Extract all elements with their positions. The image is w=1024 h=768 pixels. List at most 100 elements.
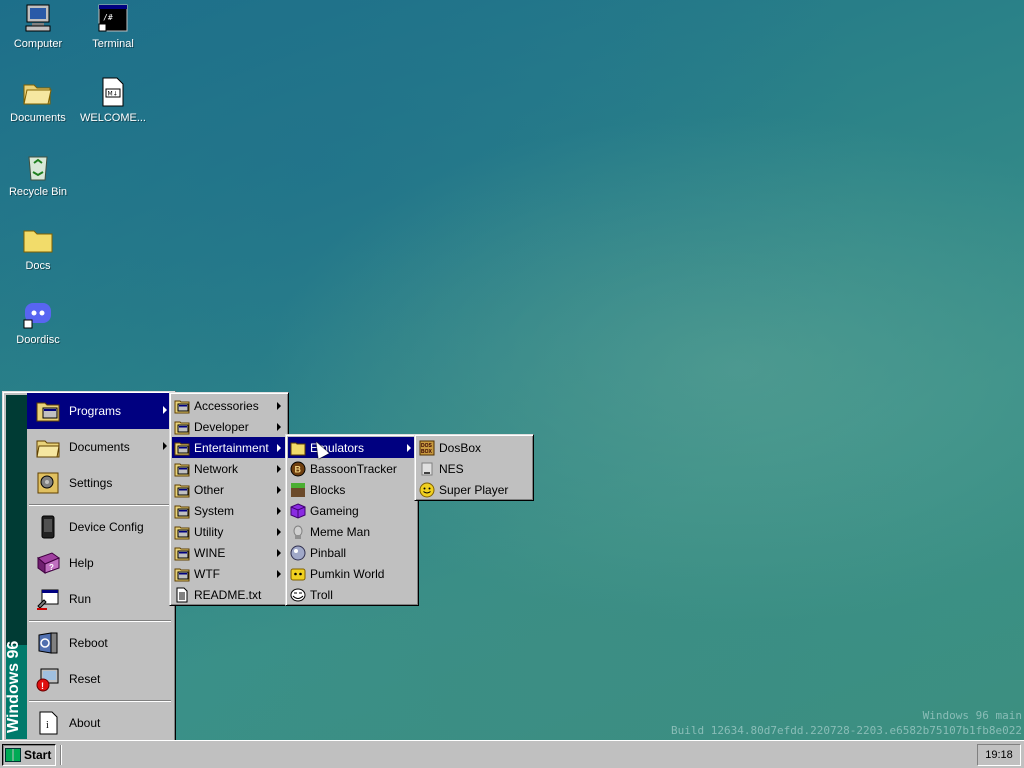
clock-text: 19:18 [985,749,1013,761]
desktop-icon-terminal[interactable]: /# Terminal [75,2,151,50]
menu-item-dosbox[interactable]: DOS BOX DosBox [417,437,531,458]
start-item-run[interactable]: Run [27,581,173,617]
menu-item-other[interactable]: Other [172,479,286,500]
menu-item-blocks[interactable]: Blocks [288,479,416,500]
menu-item-system[interactable]: System [172,500,286,521]
start-item-label: Run [69,592,92,606]
menu-item-wtf[interactable]: WTF [172,563,286,584]
menu-item-utility[interactable]: Utility [172,521,286,542]
svg-text:B: B [295,464,302,474]
start-item-programs[interactable]: Programs [27,393,173,429]
start-item-help[interactable]: ? Help [27,545,173,581]
menu-item-label: Utility [194,524,224,539]
svg-text:?: ? [49,563,54,572]
desktop-icon-label: WELCOME... [79,112,146,124]
chevron-right-icon [277,507,281,515]
menu-item-label: Pumkin World [310,566,385,581]
menu-item-readme[interactable]: README.txt [172,584,286,605]
menu-item-network[interactable]: Network [172,458,286,479]
menu-item-label: NES [439,461,464,476]
desktop-icon-label: Computer [13,38,63,50]
menu-item-label: README.txt [194,587,262,602]
desktop-icon-doordisc[interactable]: Doordisc [0,298,76,346]
menu-item-emulators[interactable]: Emulators [288,437,416,458]
start-item-reboot[interactable]: Reboot [27,625,173,661]
svg-text:/#: /# [103,13,113,22]
run-icon [35,586,61,612]
menu-item-label: Super Player [439,482,509,497]
help-book-icon: ? [35,550,61,576]
start-item-device-config[interactable]: Device Config [27,509,173,545]
desktop-icon-welcome[interactable]: M↓ WELCOME... [75,76,151,124]
chevron-right-icon [407,444,411,452]
device-config-icon [35,514,61,540]
system-tray-clock[interactable]: 19:18 [977,744,1021,766]
start-item-settings[interactable]: Settings [27,465,173,501]
desktop-icon-label: Recycle Bin [8,186,68,198]
chevron-right-icon [277,528,281,536]
menu-item-label: Meme Man [310,524,371,539]
start-menu-banner: Windows 96 [5,395,27,739]
recycle-bin-icon [22,150,54,182]
menu-item-super-player[interactable]: Super Player [417,479,531,500]
desktop-icon-documents[interactable]: Documents [0,76,76,124]
program-group-icon [174,398,190,414]
smiley-icon [419,482,435,498]
program-group-icon [174,482,190,498]
menu-item-label: Entertainment [194,440,269,455]
start-button[interactable]: Start [2,744,56,766]
folder-icon [22,224,54,256]
start-item-about[interactable]: i About [27,705,173,741]
desktop-icon-label: Documents [10,112,66,124]
start-item-label: Programs [69,404,122,418]
desktop-icon-recycle-bin[interactable]: Recycle Bin [0,150,76,198]
chevron-right-icon [277,423,281,431]
chevron-right-icon [277,570,281,578]
menu-item-meme-man[interactable]: Meme Man [288,521,416,542]
menu-item-label: WTF [194,566,220,581]
program-group-icon [174,419,190,435]
terminal-icon: /# [97,2,129,34]
start-item-documents[interactable]: Documents [27,429,173,465]
text-file-icon [174,587,190,603]
chevron-right-icon [277,486,281,494]
pumkin-world-icon [290,566,306,582]
markdown-file-icon: M↓ [97,76,129,108]
start-menu: Windows 96 Programs Documents Settings D… [2,391,176,743]
program-group-icon [174,566,190,582]
menu-item-label: DosBox [439,440,482,455]
start-item-label: Reboot [69,636,108,650]
windows96-logo-icon [5,748,21,762]
menu-item-troll[interactable]: Troll [288,584,416,605]
menu-item-nes[interactable]: NES [417,458,531,479]
start-button-label: Start [24,748,52,762]
entertainment-submenu: Emulators B BassoonTracker Blocks Gameing… [285,434,419,606]
folder-icon [290,440,306,456]
menu-item-pinball[interactable]: Pinball [288,542,416,563]
menu-item-label: BassoonTracker [310,461,397,476]
gameing-cube-icon [290,502,306,519]
start-item-label: Reset [69,672,101,686]
program-group-icon [174,524,190,540]
start-item-reset[interactable]: ! Reset [27,661,173,697]
documents-icon [35,434,61,460]
start-item-label: Device Config [69,520,144,534]
chevron-right-icon [277,402,281,410]
menu-item-developer[interactable]: Developer [172,416,286,437]
menu-item-gameing[interactable]: Gameing [288,500,416,521]
menu-item-wine[interactable]: WINE [172,542,286,563]
menu-item-accessories[interactable]: Accessories [172,395,286,416]
start-menu-banner-text: Windows 96 [5,640,22,733]
desktop-icon-computer[interactable]: Computer [0,2,76,50]
chevron-right-icon [163,406,167,414]
program-group-icon [174,440,190,456]
menu-item-label: WINE [194,545,226,560]
emulators-submenu: DOS BOX DosBox NES Super Player [414,434,534,501]
desktop-icon-docs[interactable]: Docs [0,224,76,272]
start-item-label: Documents [69,440,130,454]
menu-item-pumkin-world[interactable]: Pumkin World [288,563,416,584]
settings-icon [35,470,61,496]
taskbar: Start 19:18 [0,740,1024,768]
menu-item-bassoontracker[interactable]: B BassoonTracker [288,458,416,479]
menu-item-entertainment[interactable]: Entertainment [172,437,286,458]
